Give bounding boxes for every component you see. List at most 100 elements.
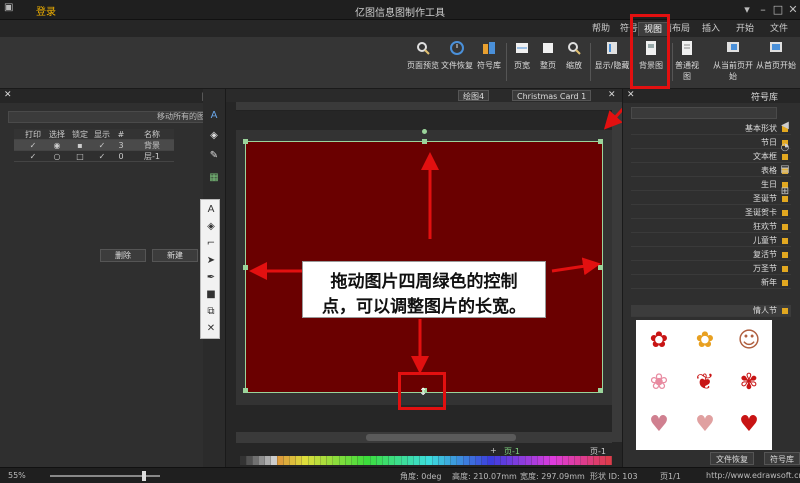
side-button-3-icon[interactable]: ▤ — [777, 162, 793, 178]
palette-swatch[interactable] — [531, 456, 538, 465]
palette-swatch[interactable] — [357, 456, 364, 465]
side-button-2-icon[interactable]: ◔ — [777, 140, 793, 156]
palette-swatch[interactable] — [432, 456, 439, 465]
palette-swatch[interactable] — [283, 456, 290, 465]
image-tool-icon[interactable]: ▦ — [207, 171, 221, 185]
text-icon[interactable]: A — [204, 203, 218, 217]
color-palette[interactable] — [240, 456, 620, 465]
symbol-search-input[interactable] — [631, 107, 777, 119]
palette-swatch[interactable] — [258, 456, 265, 465]
palette-swatch[interactable] — [475, 456, 482, 465]
heart-symbol[interactable]: ♥ — [732, 408, 766, 442]
palette-swatch[interactable] — [240, 456, 246, 465]
rose-stem-symbol[interactable]: ❦ — [688, 366, 722, 400]
palette-swatch[interactable] — [345, 456, 352, 465]
pen-icon[interactable]: ✒ — [204, 271, 218, 285]
symbol-library-button[interactable]: 符号库 — [474, 40, 504, 86]
palette-swatch[interactable] — [364, 456, 370, 465]
palette-swatch[interactable] — [252, 456, 259, 465]
start-first-page-button[interactable]: 从首页开始 — [756, 40, 796, 86]
palette-swatch[interactable] — [450, 456, 457, 465]
rose-symbol[interactable]: ✿ — [642, 324, 676, 358]
minimize-window-icon[interactable]: – — [756, 3, 770, 17]
palette-swatch[interactable] — [488, 456, 494, 465]
couple-symbol[interactable]: ☺ — [732, 324, 766, 358]
tab-insert[interactable]: 插入 — [696, 22, 726, 36]
palette-swatch[interactable] — [519, 456, 525, 465]
palette-swatch[interactable] — [556, 456, 563, 465]
lock-checkbox[interactable]: ▪ — [70, 140, 90, 151]
category-carnival[interactable]: 狂欢节 — [631, 221, 791, 233]
side-button-1-icon[interactable]: ◀ — [777, 118, 793, 134]
scroll-thumb[interactable] — [366, 434, 516, 441]
start-current-page-button[interactable]: 从当前页开始 — [710, 40, 756, 86]
palette-swatch[interactable] — [599, 456, 606, 465]
palette-swatch[interactable] — [550, 456, 556, 465]
palette-swatch[interactable] — [457, 456, 463, 465]
category-christmas-card[interactable]: 圣诞贺卡 — [631, 207, 791, 219]
teddy-bear-symbol[interactable]: ♥ — [688, 408, 722, 442]
palette-swatch[interactable] — [401, 456, 408, 465]
palette-swatch[interactable] — [562, 456, 569, 465]
tab-file[interactable]: 文件 — [764, 22, 794, 36]
delete-layer-button[interactable]: 删除 — [100, 249, 146, 262]
palette-swatch[interactable] — [500, 456, 507, 465]
palette-swatch[interactable] — [605, 456, 612, 465]
palette-swatch[interactable] — [351, 456, 358, 465]
category-text-box[interactable]: 文本框 — [631, 151, 791, 163]
category-easter[interactable]: 复活节 — [631, 249, 791, 261]
palette-swatch[interactable] — [308, 456, 315, 465]
side-button-4-icon[interactable]: ⊞ — [777, 184, 793, 200]
palette-swatch[interactable] — [326, 456, 333, 465]
tab-file-recovery[interactable]: 文件恢复 — [710, 452, 754, 465]
visible-checkbox[interactable]: ✓ — [92, 151, 112, 162]
fill-icon[interactable]: ◈ — [204, 220, 218, 234]
palette-swatch[interactable] — [506, 456, 513, 465]
maximize-icon[interactable]: □ — [771, 3, 785, 17]
palette-swatch[interactable] — [543, 456, 550, 465]
palette-swatch[interactable] — [289, 456, 296, 465]
palette-swatch[interactable] — [469, 456, 476, 465]
palette-swatch[interactable] — [593, 456, 600, 465]
palette-swatch[interactable] — [512, 456, 519, 465]
palette-swatch[interactable] — [320, 456, 327, 465]
palette-swatch[interactable] — [314, 456, 321, 465]
fill-tool-icon[interactable]: ◈ — [207, 129, 221, 143]
category-halloween[interactable]: 万圣节 — [631, 263, 791, 275]
whole-page-button[interactable]: 整页 — [536, 40, 560, 86]
palette-swatch[interactable] — [581, 456, 587, 465]
palette-swatch[interactable] — [463, 456, 470, 465]
palette-swatch[interactable] — [395, 456, 401, 465]
active-radio[interactable]: ◉ — [46, 140, 68, 151]
text-tool-icon[interactable]: A — [207, 109, 221, 123]
tab-symbol-library[interactable]: 符号库 — [764, 452, 800, 465]
lily-symbol[interactable]: ❀ — [642, 366, 676, 400]
show-hide-button[interactable]: 显示/隐藏 — [594, 40, 630, 86]
active-radio[interactable]: ○ — [46, 151, 68, 162]
status-url[interactable]: http://www.edrawsoft.cn/ — [706, 471, 800, 480]
category-childrens-day[interactable]: 儿童节 — [631, 235, 791, 247]
palette-swatch[interactable] — [277, 456, 284, 465]
palette-swatch[interactable] — [295, 456, 302, 465]
category-valentines[interactable]: 情人节 — [631, 305, 791, 317]
palette-swatch[interactable] — [419, 456, 426, 465]
palette-swatch[interactable] — [525, 456, 532, 465]
line-tool-icon[interactable]: ✎ — [207, 149, 221, 163]
palette-swatch[interactable] — [574, 456, 581, 465]
minimize-icon[interactable]: ▾ — [740, 3, 754, 17]
yellow-rose-symbol[interactable]: ✿ — [688, 324, 722, 358]
palette-swatch[interactable] — [438, 456, 445, 465]
lock-checkbox[interactable]: □ — [70, 151, 90, 162]
close-icon[interactable]: ✕ — [786, 3, 800, 17]
layer-row[interactable]: 背景 3 ✓ ▪ ◉ ✓ — [14, 140, 174, 151]
palette-swatch[interactable] — [246, 456, 253, 465]
add-page-icon[interactable]: + — [490, 446, 497, 455]
category-christmas[interactable]: 圣诞节 — [631, 193, 791, 205]
category-basic-shapes[interactable]: 基本形状 — [631, 123, 791, 135]
palette-swatch[interactable] — [271, 456, 277, 465]
palette-swatch[interactable] — [407, 456, 414, 465]
palette-swatch[interactable] — [339, 456, 346, 465]
file-recovery-button[interactable]: 文件恢复 — [440, 40, 474, 86]
palette-swatch[interactable] — [426, 456, 432, 465]
close-panel-icon[interactable]: ✕ — [627, 90, 635, 100]
